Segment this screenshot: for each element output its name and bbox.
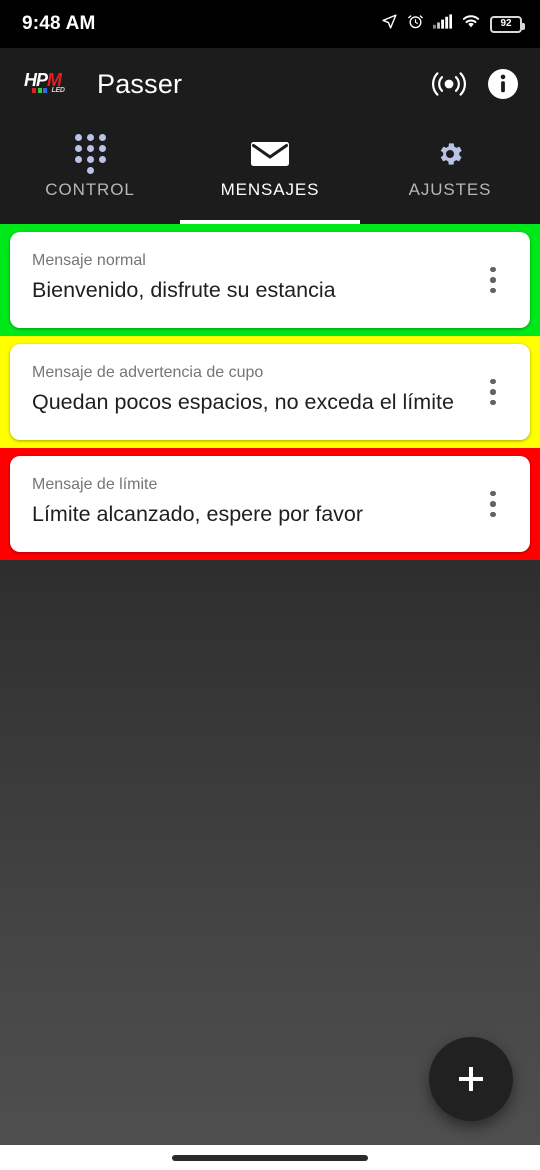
- alarm-icon: [407, 13, 424, 35]
- tab-control-label: CONTROL: [45, 179, 135, 199]
- hpm-led-logo: HPM LED: [24, 71, 80, 97]
- info-icon[interactable]: [484, 65, 522, 103]
- message-card-label: Mensaje de advertencia de cupo: [32, 364, 264, 381]
- logo-led-text: LED: [51, 87, 65, 94]
- battery-percent: 92: [500, 18, 512, 29]
- overflow-menu-icon[interactable]: [478, 257, 508, 303]
- app-screen: 9:48 AM 92 HPM LED Passer CONTROL MENSAJ…: [0, 0, 540, 1170]
- message-band-normal: Mensaje normal Bienvenido, disfrute su e…: [0, 224, 540, 336]
- message-band-limit: Mensaje de límite Límite alcanzado, espe…: [0, 448, 540, 560]
- add-message-button[interactable]: [429, 1037, 513, 1121]
- message-card-body: Mensaje de advertencia de cupo Quedan po…: [32, 363, 478, 416]
- message-card-text: Bienvenido, disfrute su estancia: [32, 277, 336, 302]
- home-gesture-pill[interactable]: [172, 1154, 368, 1161]
- message-card[interactable]: Mensaje de advertencia de cupo Quedan po…: [10, 344, 530, 440]
- logo-sub-mark: LED: [32, 87, 65, 94]
- tab-mensajes[interactable]: MENSAJES: [180, 120, 360, 224]
- system-navigation-bar: [0, 1145, 540, 1170]
- logo-square-green: [37, 88, 42, 93]
- app-title: Passer: [97, 68, 183, 99]
- message-card-text: Quedan pocos espacios, no exceda el lími…: [32, 389, 454, 414]
- overflow-menu-icon[interactable]: [478, 369, 508, 415]
- message-card-body: Mensaje de límite Límite alcanzado, espe…: [32, 475, 478, 528]
- logo-square-blue: [43, 88, 47, 93]
- wifi-icon: [461, 14, 481, 34]
- battery-icon: 92: [490, 15, 525, 33]
- tab-mensajes-label: MENSAJES: [220, 179, 320, 199]
- envelope-icon: [250, 139, 290, 169]
- message-card-body: Mensaje normal Bienvenido, disfrute su e…: [32, 251, 478, 304]
- plus-icon: [459, 1067, 483, 1091]
- tab-ajustes[interactable]: AJUSTES: [360, 120, 540, 224]
- message-card[interactable]: Mensaje de límite Límite alcanzado, espe…: [10, 456, 530, 552]
- tab-bar: CONTROL MENSAJES AJUSTES: [0, 120, 540, 224]
- broadcast-icon[interactable]: [430, 65, 468, 103]
- message-card-label: Mensaje normal: [32, 252, 146, 269]
- message-card-label: Mensaje de límite: [32, 476, 158, 493]
- gear-icon: [435, 139, 465, 169]
- location-arrow-icon: [381, 13, 398, 35]
- app-bar-actions: [430, 65, 522, 103]
- dialpad-icon: [74, 133, 106, 174]
- message-list-area: Mensaje normal Bienvenido, disfrute su e…: [0, 224, 540, 1145]
- message-band-warning: Mensaje de advertencia de cupo Quedan po…: [0, 336, 540, 448]
- status-bar-clock: 9:48 AM: [22, 13, 96, 34]
- tab-ajustes-label: AJUSTES: [408, 179, 492, 199]
- status-bar-icons: 92: [381, 13, 525, 35]
- logo-square-red: [32, 88, 36, 93]
- status-bar: 9:48 AM 92: [0, 0, 540, 48]
- tab-control[interactable]: CONTROL: [0, 120, 180, 224]
- overflow-menu-icon[interactable]: [478, 481, 508, 527]
- message-card-text: Límite alcanzado, espere por favor: [32, 501, 364, 526]
- cellular-signal-icon: [433, 14, 453, 34]
- app-bar: HPM LED Passer: [0, 48, 540, 120]
- message-card[interactable]: Mensaje normal Bienvenido, disfrute su e…: [10, 232, 530, 328]
